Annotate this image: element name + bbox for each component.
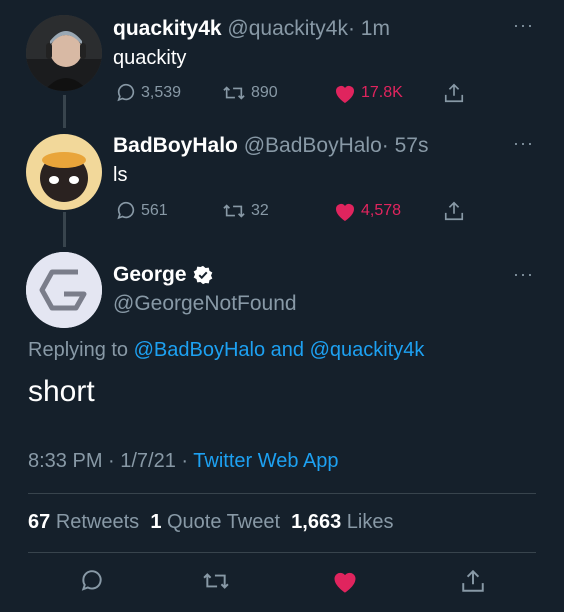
user-handle[interactable]: @BadBoyHalo [244,134,382,157]
retweet-icon [203,573,229,589]
retweet-count: 890 [251,84,278,101]
heart-filled-icon [334,572,356,593]
share-button[interactable] [460,568,486,599]
divider [28,493,536,494]
replying-and: and [270,339,305,361]
more-options-button[interactable]: ··· [513,15,534,36]
likes-label: Likes [346,511,394,533]
replying-to-label: Replying to [28,339,129,361]
like-count: 17.8K [361,84,403,101]
mention-link[interactable]: @quackity4k [310,339,425,361]
display-name[interactable]: quackity4k [113,17,222,40]
retweet-icon [223,86,245,100]
likes-count: 1,663 [291,511,342,533]
like-button[interactable] [331,568,359,599]
share-button[interactable] [443,82,465,104]
quotes-label: Quote Tweet [167,511,281,533]
share-icon [444,201,464,221]
mention-link[interactable]: @BadBoyHalo [134,339,265,361]
share-button[interactable] [443,200,465,222]
retweet-count: 32 [251,202,269,219]
tweet-actions: 561 32 4,578 [113,200,473,224]
reply-count: 3,539 [141,84,182,101]
retweet-icon [223,204,245,218]
quotes-count: 1 [150,511,162,533]
like-count: 4,578 [361,202,402,219]
badboyhalo-avatar[interactable] [26,134,102,210]
replying-to: Replying to @BadBoyHalo and @quackity4k [28,339,424,362]
tweet-text: quackity [113,47,187,69]
tweet-source-link[interactable]: Twitter Web App [193,450,338,472]
tweet-time: · 57s [381,134,429,157]
reply-count: 561 [141,202,168,219]
tweet-time: · 1m [347,17,390,40]
tweet-text: short [28,375,95,408]
tweet-timestamp[interactable]: 8:33 PM · 1/7/21 · [28,450,188,472]
divider [28,552,536,553]
tweet-actions: 3,539 890 17.8K [113,82,473,106]
reply-button[interactable]: 3,539 [115,82,181,104]
reply-icon [117,201,135,220]
retweets-stat[interactable]: 67 Retweets [28,511,139,533]
tweet-header: BadBoyHalo @BadBoyHalo· 57s [113,134,428,158]
author-name[interactable]: George [113,263,213,287]
likes-stat[interactable]: 1,663 Likes [291,511,393,533]
reply-icon [81,570,102,591]
verified-badge-icon [193,265,212,285]
display-name[interactable]: BadBoyHalo [113,134,238,157]
tweet-stats: 67 Retweets 1 Quote Tweet 1,663 Likes [28,511,394,534]
heart-filled-icon [336,86,354,103]
retweet-button[interactable]: 890 [221,82,278,104]
user-handle[interactable]: @GeorgeNotFound [113,292,297,316]
share-icon [462,569,484,592]
heart-filled-icon [336,204,354,221]
more-options-button[interactable]: ··· [513,264,534,285]
thread-line [63,212,66,247]
reply-icon [117,83,135,102]
display-name: George [113,263,187,286]
tweet-text: ls [113,164,128,186]
tweet-header: quackity4k @quackity4k· 1m [113,17,390,41]
reply-button[interactable] [79,568,105,599]
user-handle[interactable]: @quackity4k [227,17,348,40]
reply-button[interactable]: 561 [115,200,168,222]
quackity-avatar[interactable] [26,15,102,91]
retweets-count: 67 [28,511,51,533]
like-button[interactable]: 4,578 [333,200,401,222]
like-button[interactable]: 17.8K [333,82,403,104]
retweet-button[interactable]: 32 [221,200,269,222]
retweets-label: Retweets [55,511,140,533]
thread-line [63,95,66,128]
quotes-stat[interactable]: 1 Quote Tweet [150,511,280,533]
more-options-button[interactable]: ··· [513,133,534,154]
retweet-button[interactable] [201,568,231,599]
tweet-meta: 8:33 PM · 1/7/21 · Twitter Web App [28,450,339,473]
share-icon [444,83,464,103]
george-avatar[interactable] [26,252,102,328]
